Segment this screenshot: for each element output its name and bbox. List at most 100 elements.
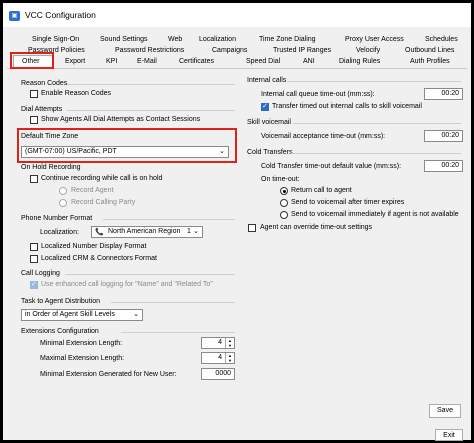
min-extension-label: Minimal Extension Length: bbox=[40, 340, 123, 347]
time-zone-highlight bbox=[17, 128, 237, 163]
phone-format-separator bbox=[103, 219, 235, 220]
tab-auth-profiles[interactable]: Auth Profiles bbox=[410, 58, 450, 65]
cold-transfers-separator bbox=[291, 153, 461, 154]
return-to-agent-label: Return call to agent bbox=[291, 187, 352, 194]
call-logging-separator bbox=[65, 274, 235, 275]
localization-label: Localization: bbox=[40, 229, 79, 236]
reason-codes-separator bbox=[67, 84, 235, 85]
min-extension-stepper[interactable]: 4 ▲ ▼ bbox=[201, 337, 235, 349]
transfer-to-voicemail-label: Transfer timed out internal calls to ski… bbox=[272, 103, 422, 110]
tab-email[interactable]: E-Mail bbox=[137, 58, 157, 65]
tab-single-sign-on[interactable]: Single Sign-On bbox=[32, 36, 79, 43]
record-calling-party-label: Record Calling Party bbox=[71, 199, 136, 206]
config-window: ▣ VCC Configuration Single Sign-On Sound… bbox=[3, 3, 471, 441]
voicemail-after-timer-radio[interactable] bbox=[280, 199, 288, 207]
cold-timeout-input[interactable]: 00:20 bbox=[424, 160, 463, 172]
return-to-agent-radio[interactable] bbox=[280, 187, 288, 195]
on-timeout-label: On time-out: bbox=[261, 176, 300, 183]
task-distribution-separator bbox=[111, 302, 235, 303]
tab-proxy-user-access[interactable]: Proxy User Access bbox=[345, 36, 404, 43]
enable-reason-codes-label: Enable Reason Codes bbox=[41, 90, 112, 97]
max-extension-value: 4 bbox=[218, 354, 222, 361]
continue-recording-label: Continue recording while call is on hold bbox=[41, 175, 163, 182]
tab-outbound-lines[interactable]: Outbound Lines bbox=[405, 47, 454, 54]
skill-voicemail-heading: Skill voicemail bbox=[247, 119, 291, 126]
skill-voicemail-separator bbox=[293, 123, 461, 124]
save-button[interactable]: Save bbox=[429, 404, 461, 418]
queue-timeout-label: Internal call queue time-out (mm:ss): bbox=[261, 91, 375, 98]
other-tab-panel: Reason Codes Enable Reason Codes Dial At… bbox=[7, 69, 467, 441]
task-distribution-value: in Order of Agent Skill Levels bbox=[25, 311, 115, 318]
record-agent-label: Record Agent bbox=[71, 187, 114, 194]
queue-timeout-input[interactable]: 00:20 bbox=[424, 88, 463, 100]
tab-schedules[interactable]: Schedules bbox=[425, 36, 458, 43]
voicemail-accept-input[interactable]: 00:20 bbox=[424, 130, 463, 142]
tab-certificates[interactable]: Certificates bbox=[179, 58, 214, 65]
voicemail-immediately-label: Send to voicemail immediately if agent i… bbox=[291, 211, 459, 218]
tab-localization[interactable]: Localization bbox=[199, 36, 236, 43]
title-bar: ▣ VCC Configuration bbox=[3, 3, 471, 27]
reason-codes-heading: Reason Codes bbox=[21, 80, 68, 87]
region-select[interactable]: 📞 North American Region 1 ⌄ bbox=[91, 226, 203, 238]
tab-export[interactable]: Export bbox=[65, 58, 85, 65]
enhanced-logging-label: Use enhanced call logging for "Name" and… bbox=[41, 281, 213, 288]
voicemail-after-timer-label: Send to voicemail after timer expires bbox=[291, 199, 405, 206]
enhanced-logging-checkbox[interactable] bbox=[30, 280, 38, 289]
voicemail-accept-value: 00:20 bbox=[441, 132, 459, 139]
tab-campaigns[interactable]: Campaigns bbox=[212, 47, 247, 54]
dial-attempts-heading: Dial Attempts bbox=[21, 106, 63, 113]
max-extension-stepper[interactable]: 4 ▲ ▼ bbox=[201, 352, 235, 364]
localized-crm-label: Localized CRM & Connectors Format bbox=[41, 255, 157, 262]
localized-crm-checkbox[interactable] bbox=[30, 255, 38, 263]
exit-button[interactable]: Exit bbox=[435, 429, 463, 441]
stepper-arrows-icon[interactable]: ▲ ▼ bbox=[225, 338, 234, 348]
region-value: North American Region bbox=[108, 228, 181, 235]
tab-sound-settings[interactable]: Sound Settings bbox=[100, 36, 147, 43]
show-dial-attempts-checkbox[interactable] bbox=[30, 116, 38, 124]
tab-dialing-rules[interactable]: Dialing Rules bbox=[339, 58, 380, 65]
internal-calls-heading: Internal calls bbox=[247, 77, 287, 84]
agent-override-checkbox[interactable] bbox=[248, 224, 256, 232]
record-agent-radio[interactable] bbox=[59, 187, 67, 195]
tab-web[interactable]: Web bbox=[168, 36, 182, 43]
new-user-extension-input[interactable]: 0000 bbox=[201, 368, 235, 380]
phone-icon: 📞 bbox=[95, 229, 104, 236]
task-distribution-heading: Task to Agent Distribution bbox=[21, 298, 100, 305]
dial-attempts-separator bbox=[67, 110, 235, 111]
extensions-heading: Extensions Configuration bbox=[21, 328, 99, 335]
task-distribution-select[interactable]: in Order of Agent Skill Levels ⌄ bbox=[21, 309, 143, 321]
tab-ani[interactable]: ANI bbox=[303, 58, 315, 65]
cold-timeout-value: 00:20 bbox=[441, 162, 459, 169]
min-extension-value: 4 bbox=[218, 339, 222, 346]
internal-calls-separator bbox=[287, 81, 461, 82]
tab-trusted-ip-ranges[interactable]: Trusted IP Ranges bbox=[273, 47, 331, 54]
agent-override-label: Agent can override time-out settings bbox=[260, 224, 373, 231]
queue-timeout-value: 00:20 bbox=[441, 90, 459, 97]
tab-velocify[interactable]: Velocify bbox=[356, 47, 380, 54]
new-user-extension-value: 0000 bbox=[215, 370, 231, 377]
show-dial-attempts-label: Show Agents All Dial Attempts as Contact… bbox=[41, 116, 201, 123]
continue-recording-checkbox[interactable] bbox=[30, 175, 38, 183]
transfer-to-voicemail-checkbox[interactable] bbox=[261, 102, 269, 111]
enable-reason-codes-checkbox[interactable] bbox=[30, 90, 38, 98]
tab-kpi[interactable]: KPI bbox=[106, 58, 117, 65]
voicemail-immediately-radio[interactable] bbox=[280, 211, 288, 219]
tab-password-restrictions[interactable]: Password Restrictions bbox=[115, 47, 184, 54]
call-logging-heading: Call Logging bbox=[21, 270, 60, 277]
tab-time-zone-dialing[interactable]: Time Zone Dialing bbox=[259, 36, 316, 43]
localized-display-checkbox[interactable] bbox=[30, 243, 38, 251]
tab-speed-dial[interactable]: Speed Dial bbox=[246, 58, 280, 65]
on-hold-heading: On Hold Recording bbox=[21, 164, 81, 171]
max-extension-label: Maximal Extension Length: bbox=[40, 355, 125, 362]
extensions-separator bbox=[121, 332, 235, 333]
stepper-arrows-icon[interactable]: ▲ ▼ bbox=[225, 353, 234, 363]
phone-format-heading: Phone Number Format bbox=[21, 215, 93, 222]
region-number: 1 bbox=[187, 228, 191, 235]
voicemail-accept-label: Voicemail acceptance time-out (mm:ss): bbox=[261, 133, 386, 140]
cold-timeout-label: Cold Transfer time-out default value (mm… bbox=[261, 163, 402, 170]
new-user-extension-label: Minimal Extension Generated for New User… bbox=[40, 371, 177, 378]
record-calling-party-radio[interactable] bbox=[59, 199, 67, 207]
cold-transfers-heading: Cold Transfers bbox=[247, 149, 293, 156]
chevron-down-icon: ⌄ bbox=[133, 311, 139, 318]
chevron-down-icon: ⌄ bbox=[193, 228, 199, 235]
